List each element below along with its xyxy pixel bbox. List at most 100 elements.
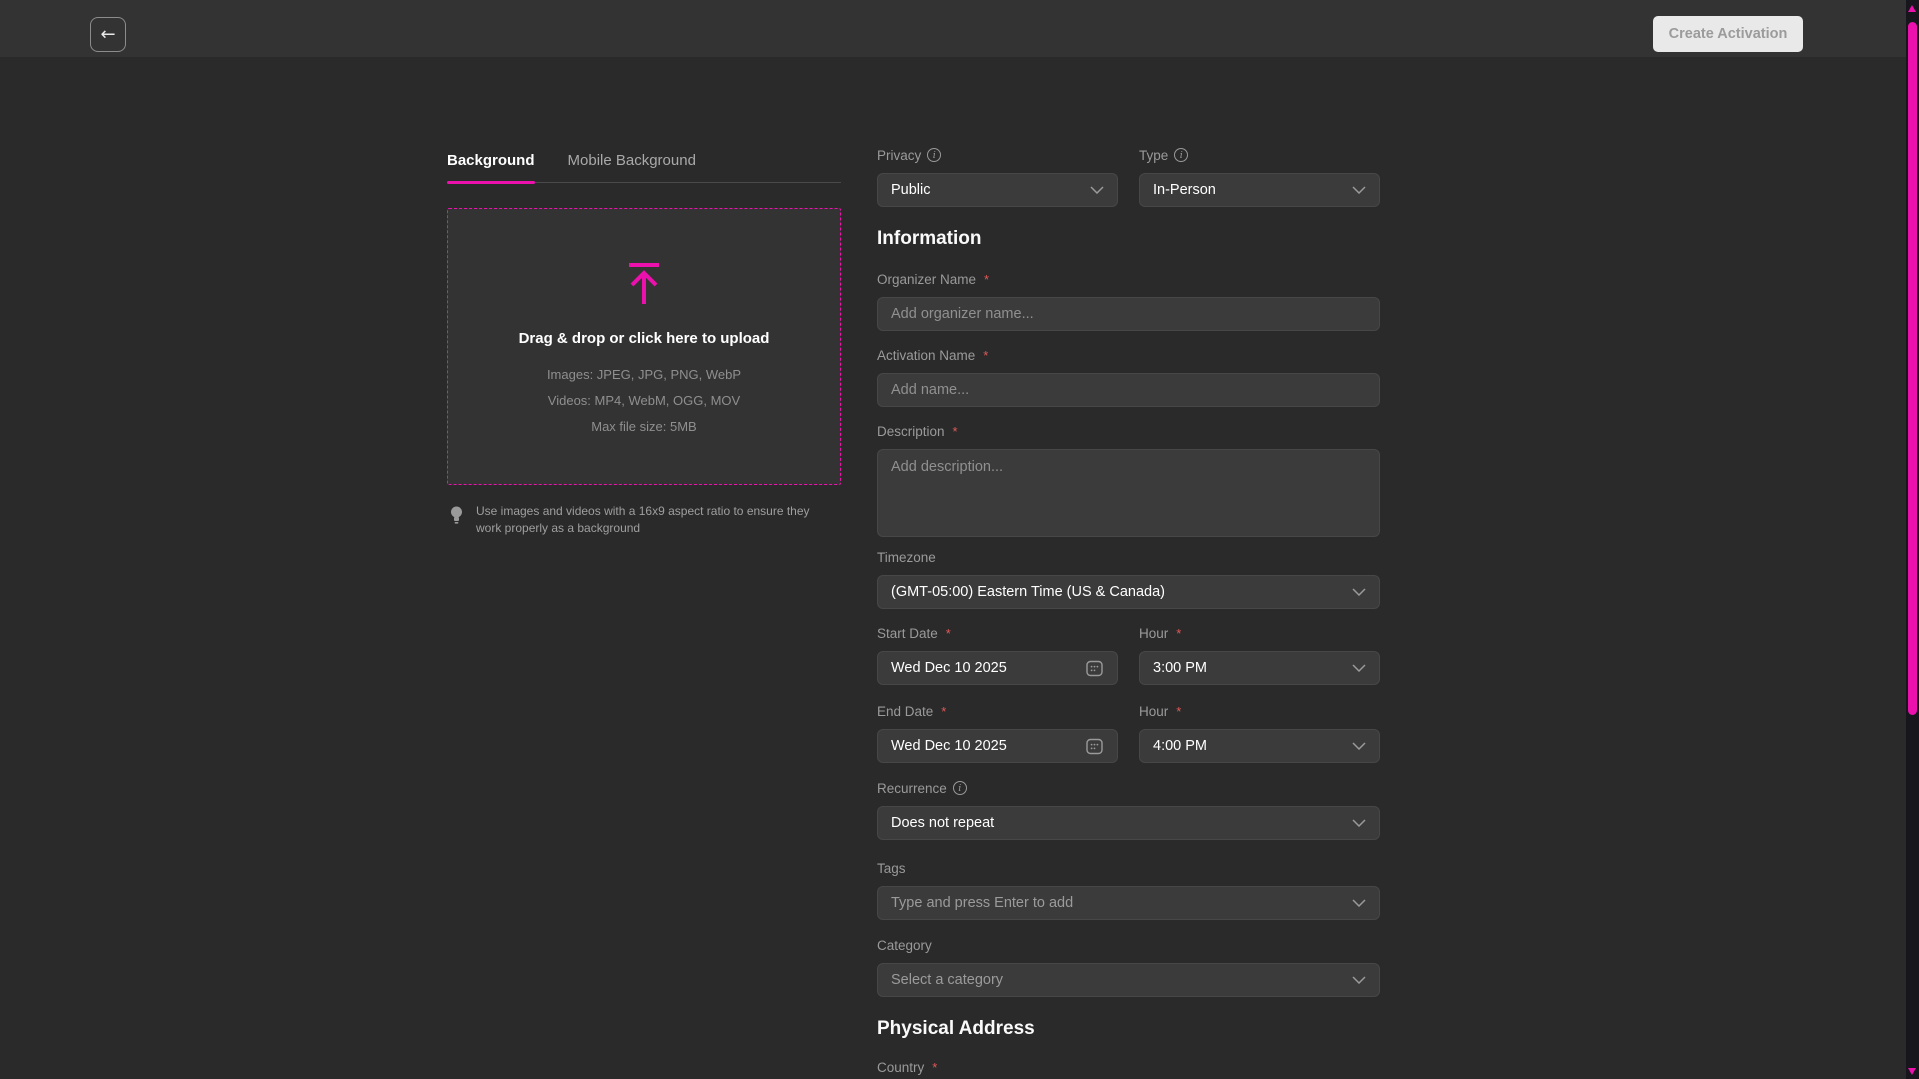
activation-form: Privacy i Public Type i In-Person: [877, 0, 1380, 1079]
type-value: In-Person: [1153, 182, 1344, 198]
scroll-up-arrow-icon[interactable]: [1908, 5, 1916, 12]
type-label: Type i: [1139, 146, 1380, 164]
activation-name-input[interactable]: [877, 373, 1380, 407]
tab-mobile-background[interactable]: Mobile Background: [568, 152, 696, 182]
end-date-label: End Date *: [877, 702, 1118, 720]
scroll-down-arrow-icon[interactable]: [1908, 1068, 1916, 1075]
chevron-down-icon: [1090, 186, 1104, 194]
required-asterisk: *: [984, 272, 989, 287]
end-date-value: Wed Dec 10 2025: [891, 738, 1077, 754]
dropzone-images-formats: Images: JPEG, JPG, PNG, WebP: [547, 367, 741, 382]
tags-input[interactable]: Type and press Enter to add: [877, 886, 1380, 920]
upload-arrow-icon: [621, 260, 667, 308]
timezone-label-text: Timezone: [877, 550, 936, 565]
description-label-text: Description: [877, 424, 945, 439]
end-date-picker[interactable]: Wed Dec 10 2025: [877, 729, 1118, 763]
info-icon[interactable]: i: [927, 148, 941, 162]
lightbulb-icon: [449, 505, 464, 527]
privacy-label-text: Privacy: [877, 148, 921, 163]
required-asterisk: *: [941, 704, 946, 719]
timezone-select[interactable]: (GMT-05:00) Eastern Time (US & Canada): [877, 575, 1380, 609]
activation-name-label: Activation Name *: [877, 346, 1380, 364]
upload-dropzone[interactable]: Drag & drop or click here to upload Imag…: [447, 208, 841, 485]
start-date-label-text: Start Date: [877, 626, 938, 641]
privacy-value: Public: [891, 182, 1082, 198]
create-activation-button[interactable]: Create Activation: [1653, 16, 1803, 52]
organizer-name-label-text: Organizer Name: [877, 272, 976, 287]
description-label: Description *: [877, 422, 1380, 440]
type-select[interactable]: In-Person: [1139, 173, 1380, 207]
privacy-select[interactable]: Public: [877, 173, 1118, 207]
timezone-group: Timezone (GMT-05:00) Eastern Time (US & …: [877, 548, 1380, 609]
country-label-text: Country: [877, 1060, 924, 1075]
type-label-text: Type: [1139, 148, 1168, 163]
dropzone-videos-formats: Videos: MP4, WebM, OGG, MOV: [548, 393, 740, 408]
physical-address-heading: Physical Address: [877, 1018, 1035, 1040]
timezone-label: Timezone: [877, 548, 1380, 566]
recurrence-group: Recurrence i Does not repeat: [877, 779, 1380, 840]
chevron-down-icon: [1352, 742, 1366, 750]
back-button[interactable]: ←: [90, 17, 126, 52]
dropzone-title: Drag & drop or click here to upload: [519, 330, 770, 347]
calendar-icon: [1085, 737, 1104, 756]
start-date-value: Wed Dec 10 2025: [891, 660, 1077, 676]
info-icon[interactable]: i: [953, 781, 967, 795]
start-hour-select[interactable]: 3:00 PM: [1139, 651, 1380, 685]
calendar-icon: [1085, 659, 1104, 678]
country-label: Country *: [877, 1058, 1380, 1076]
end-date-group: End Date * Wed Dec 10 2025: [877, 702, 1118, 763]
category-label: Category: [877, 936, 1380, 954]
start-date-label: Start Date *: [877, 624, 1118, 642]
start-hour-value: 3:00 PM: [1153, 660, 1344, 676]
end-hour-label-text: Hour: [1139, 704, 1168, 719]
end-hour-value: 4:00 PM: [1153, 738, 1344, 754]
required-asterisk: *: [946, 626, 951, 641]
end-hour-group: Hour * 4:00 PM: [1139, 702, 1380, 763]
organizer-name-label: Organizer Name *: [877, 270, 1380, 288]
category-select[interactable]: Select a category: [877, 963, 1380, 997]
organizer-name-group: Organizer Name *: [877, 270, 1380, 331]
activation-name-label-text: Activation Name: [877, 348, 975, 363]
description-textarea[interactable]: [877, 449, 1380, 537]
category-label-text: Category: [877, 938, 932, 953]
start-date-picker[interactable]: Wed Dec 10 2025: [877, 651, 1118, 685]
chevron-down-icon: [1352, 186, 1366, 194]
aspect-ratio-hint-text: Use images and videos with a 16x9 aspect…: [476, 503, 824, 537]
arrow-left-icon: ←: [100, 24, 115, 45]
category-group: Category Select a category: [877, 936, 1380, 997]
required-asterisk: *: [953, 424, 958, 439]
dropzone-max-size: Max file size: 5MB: [591, 419, 696, 434]
page-scrollbar[interactable]: [1906, 0, 1919, 1079]
type-group: Type i In-Person: [1139, 146, 1380, 207]
required-asterisk: *: [1176, 704, 1181, 719]
recurrence-label-text: Recurrence: [877, 781, 947, 796]
tags-placeholder: Type and press Enter to add: [891, 895, 1344, 911]
chevron-down-icon: [1352, 664, 1366, 672]
chevron-down-icon: [1352, 819, 1366, 827]
country-group: Country *: [877, 1058, 1380, 1079]
aspect-ratio-hint: Use images and videos with a 16x9 aspect…: [449, 503, 824, 537]
activation-name-group: Activation Name *: [877, 346, 1380, 407]
scrollbar-thumb[interactable]: [1908, 22, 1917, 715]
tags-label: Tags: [877, 859, 1380, 877]
recurrence-select[interactable]: Does not repeat: [877, 806, 1380, 840]
organizer-name-input[interactable]: [877, 297, 1380, 331]
recurrence-label: Recurrence i: [877, 779, 1380, 797]
recurrence-value: Does not repeat: [891, 815, 1344, 831]
start-hour-label: Hour *: [1139, 624, 1380, 642]
required-asterisk: *: [932, 1060, 937, 1075]
privacy-label: Privacy i: [877, 146, 1118, 164]
privacy-group: Privacy i Public: [877, 146, 1118, 207]
background-tabs: Background Mobile Background: [447, 152, 841, 183]
start-hour-group: Hour * 3:00 PM: [1139, 624, 1380, 685]
end-hour-select[interactable]: 4:00 PM: [1139, 729, 1380, 763]
description-group: Description *: [877, 422, 1380, 537]
tab-background[interactable]: Background: [447, 152, 535, 182]
start-hour-label-text: Hour: [1139, 626, 1168, 641]
chevron-down-icon: [1352, 976, 1366, 984]
category-placeholder: Select a category: [891, 972, 1344, 988]
chevron-down-icon: [1352, 899, 1366, 907]
end-hour-label: Hour *: [1139, 702, 1380, 720]
info-icon[interactable]: i: [1174, 148, 1188, 162]
tags-label-text: Tags: [877, 861, 906, 876]
